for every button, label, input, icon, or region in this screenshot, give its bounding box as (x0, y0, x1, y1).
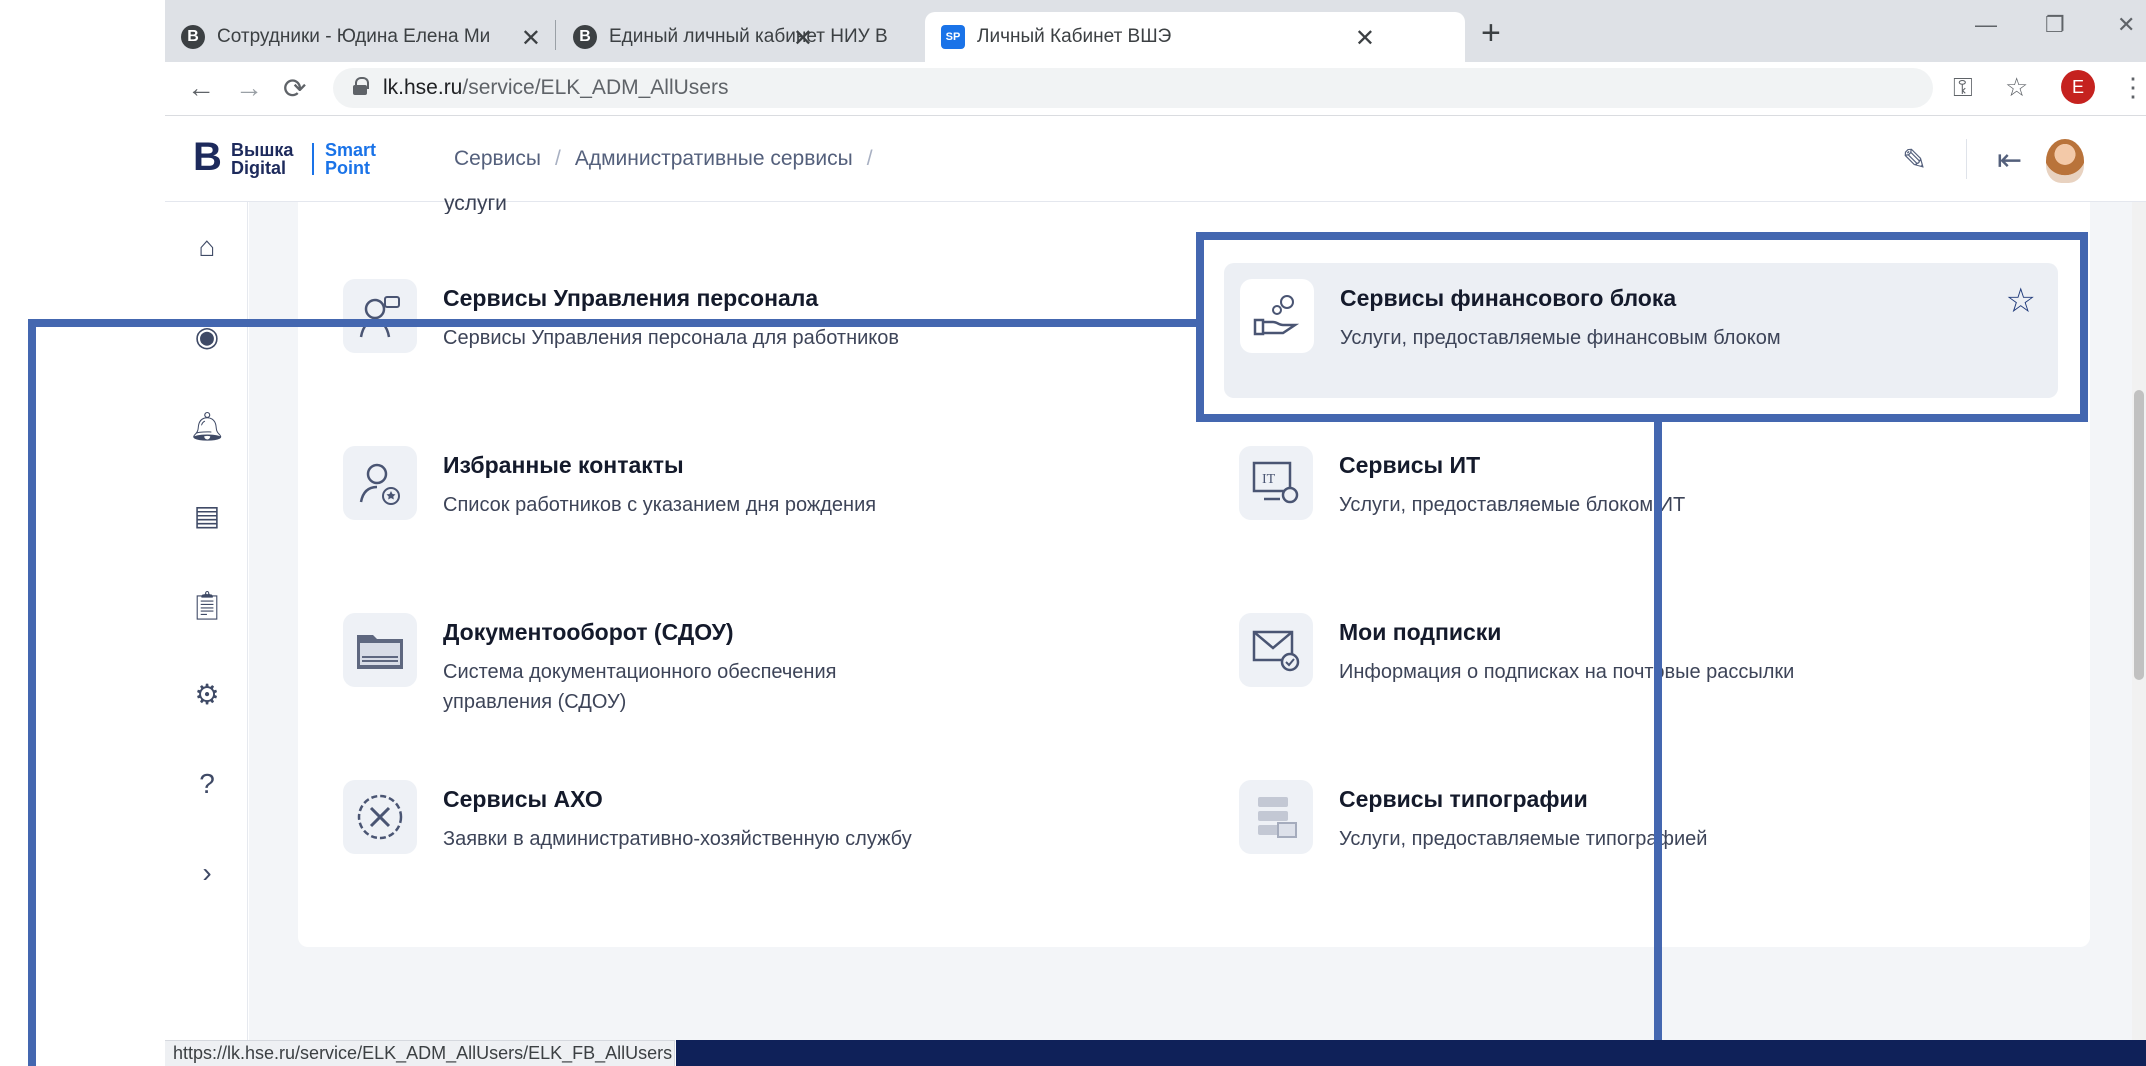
mail-icon (1239, 613, 1313, 687)
reload-icon[interactable]: ⟳ (283, 72, 306, 105)
restore-icon[interactable]: ❐ (2045, 12, 2065, 38)
service-item-hr[interactable]: Сервисы Управления персонала Сервисы Упр… (327, 263, 1147, 398)
annotation-line-left (28, 319, 36, 1066)
logo-product[interactable]: Smart Point (325, 141, 376, 177)
it-icon: IT (1239, 446, 1313, 520)
service-description: Услуги, предоставляемые блоком ИТ (1339, 494, 1686, 516)
contacts-icon (343, 446, 417, 520)
tab-title: Личный Кабинет ВШЭ (977, 26, 1172, 47)
service-title: Сервисы Управления персонала (443, 285, 819, 311)
breadcrumb: Сервисы / Административные сервисы / (454, 147, 873, 170)
annotation-line-horizontal (28, 319, 1196, 327)
clipboard-icon[interactable]: 📋︎ (189, 589, 225, 621)
hse-logo-icon[interactable]: В (193, 137, 222, 177)
service-item-aho[interactable]: Сервисы АХО Заявки в административно-хоз… (327, 764, 1147, 899)
service-description: Список работников с указанием дня рожден… (443, 494, 877, 516)
annotation-line-right (1654, 422, 1662, 1066)
back-icon[interactable]: ← (187, 72, 215, 104)
hr-icon (343, 279, 417, 353)
close-icon[interactable]: ✕ (521, 24, 541, 53)
feedback-edit-icon[interactable]: ✎ (1902, 143, 1927, 178)
smartpoint-favicon-icon: SP (941, 25, 965, 49)
service-title: Мои подписки (1339, 619, 1502, 645)
footer-bar (676, 1040, 2146, 1066)
bell-icon[interactable]: 🔔︎ (189, 410, 225, 442)
chevron-right-icon[interactable]: › (191, 857, 223, 889)
forward-icon[interactable]: → (235, 72, 263, 104)
window-close-icon[interactable]: ✕ (2117, 12, 2135, 38)
svg-text:IT: IT (1262, 472, 1276, 487)
user-avatar[interactable] (2046, 139, 2084, 183)
tools-icon (343, 780, 417, 854)
service-title: Сервисы типографии (1339, 786, 1588, 812)
breadcrumb-services[interactable]: Сервисы (454, 147, 541, 170)
tab-title: Сотрудники - Юдина Елена Ми (217, 26, 491, 47)
sidebar: ⌂ ◉ 🔔︎ ▤ 📋︎ ⚙ ? › (165, 202, 248, 1042)
service-item-it[interactable]: IT Сервисы ИТ Услуги, предоставляемые бл… (1223, 430, 2043, 565)
screen: В Сотрудники - Юдина Елена Ми ✕ В Единый… (0, 0, 2146, 1066)
tab-title: Единый личный кабинет НИУ В (609, 26, 888, 47)
scrollbar-thumb[interactable] (2134, 390, 2144, 680)
service-description: Услуги, предоставляемые типографией (1339, 828, 1708, 850)
tab-separator (555, 20, 556, 50)
logout-icon[interactable]: ⇤ (1997, 143, 2022, 178)
service-item-document-flow[interactable]: Документооборот (СДОУ) Система документа… (327, 597, 1147, 732)
breadcrumb-admin-services[interactable]: Административные сервисы (575, 147, 853, 170)
hse-favicon-icon: В (181, 25, 205, 49)
close-icon[interactable]: ✕ (1355, 24, 1375, 53)
highlight-box (1196, 232, 2088, 422)
service-description: Заявки в административно-хозяйственную с… (443, 828, 912, 850)
service-description: Информация о подписках на почтовые рассы… (1339, 661, 1795, 683)
minimize-icon[interactable]: — (1975, 12, 1997, 38)
profile-avatar[interactable]: E (2061, 70, 2095, 104)
bookmark-star-icon[interactable]: ☆ (2005, 72, 2028, 103)
folder-icon (343, 613, 417, 687)
service-item-printing[interactable]: Сервисы типографии Услуги, предоставляем… (1223, 764, 2043, 899)
service-title: Избранные контакты (443, 452, 684, 478)
header-divider (1966, 139, 1967, 179)
app-header: В Вышка Digital Smart Point Сервисы / Админи… (165, 117, 2146, 202)
address-bar[interactable]: lk.hse.ru/service/ELK_ADM_AllUsers (333, 68, 1933, 108)
new-tab-icon[interactable]: + (1481, 14, 1501, 53)
service-item-favorite-contacts[interactable]: Избранные контакты Список работников с у… (327, 430, 1147, 565)
browser-tab-bar: В Сотрудники - Юдина Елена Ми ✕ В Единый… (165, 0, 2146, 62)
logo-divider (312, 143, 314, 175)
browser-tab-3-active[interactable]: SP Личный Кабинет ВШЭ ✕ (925, 12, 1465, 62)
service-description: Сервисы Управления персонала для работни… (443, 327, 900, 349)
service-title: Документооборот (СДОУ) (443, 619, 734, 645)
browser-tab-1[interactable]: В Сотрудники - Юдина Елена Ми ✕ (165, 12, 555, 62)
print-icon (1239, 780, 1313, 854)
home-icon[interactable]: ⌂ (191, 231, 223, 263)
logo-text[interactable]: Вышка Digital (231, 141, 293, 177)
service-item-subscriptions[interactable]: Мои подписки Информация о подписках на п… (1223, 597, 2043, 732)
partial-description: услуги (444, 192, 507, 214)
status-bar-url: https://lk.hse.ru/service/ELK_ADM_AllUse… (165, 1040, 675, 1066)
service-title: Сервисы ИТ (1339, 452, 1481, 478)
url-text: lk.hse.ru/service/ELK_ADM_AllUsers (383, 76, 729, 99)
service-description: Система документационного обеспечения уп… (443, 661, 837, 713)
service-title: Сервисы АХО (443, 786, 603, 812)
lock-icon (353, 77, 369, 95)
key-icon[interactable]: ⚿ (1953, 72, 1973, 104)
help-icon[interactable]: ? (191, 768, 223, 800)
gear-icon[interactable]: ⚙ (191, 678, 223, 710)
hse-favicon-icon: В (573, 25, 597, 49)
browser-toolbar: ← → ⟳ lk.hse.ru/service/ELK_ADM_AllUsers… (165, 62, 2146, 116)
documents-icon[interactable]: ▤ (191, 499, 223, 531)
close-icon[interactable]: ✕ (793, 24, 813, 53)
more-menu-icon[interactable]: ⋮ (2120, 72, 2146, 103)
